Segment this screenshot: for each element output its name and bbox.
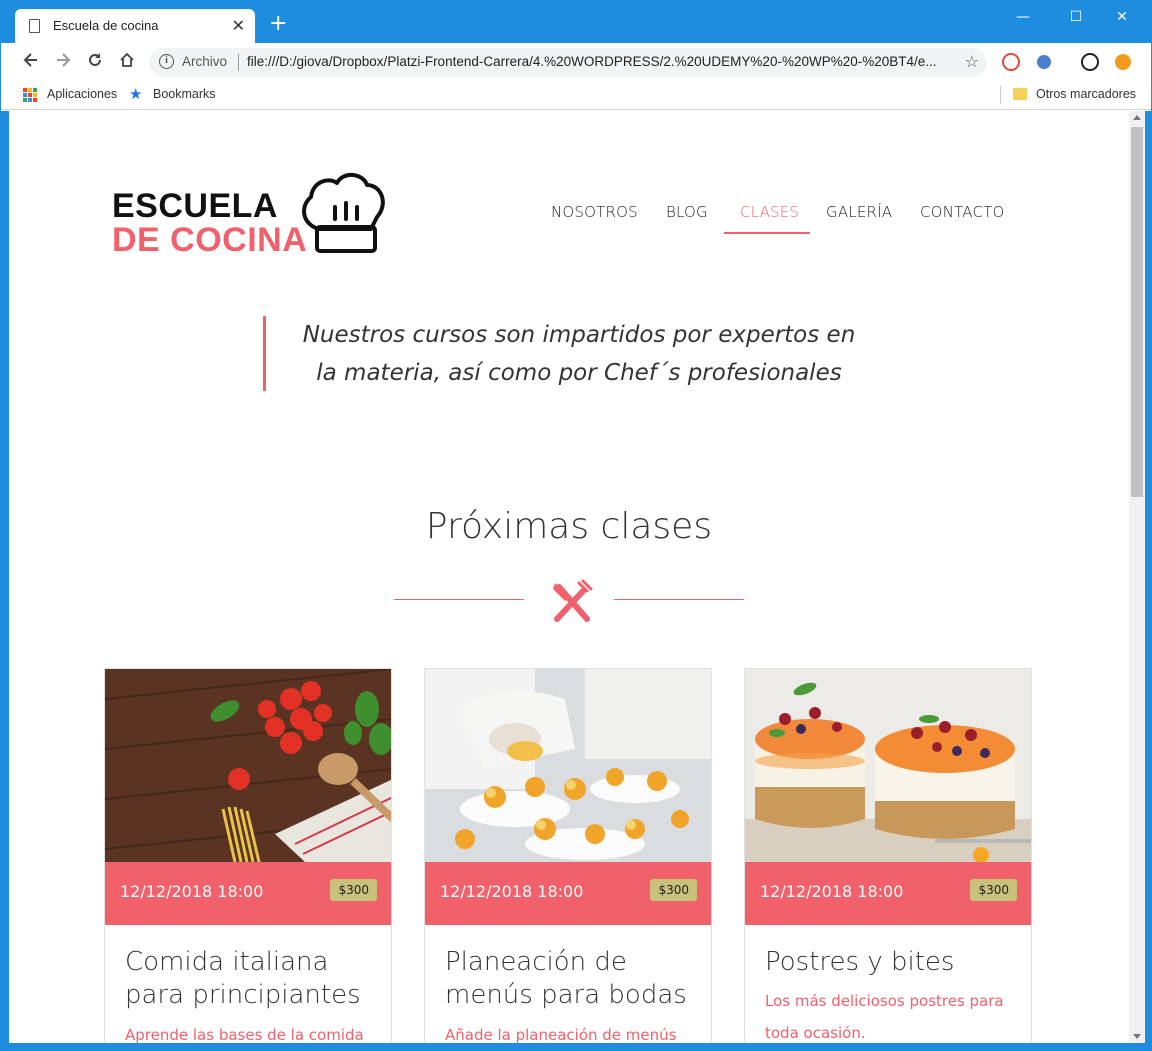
class-card[interactable]: 12/12/2018 18:00 $300 Postres y bites Lo… xyxy=(744,668,1032,1043)
class-card[interactable]: 12/12/2018 18:00 $300 Planeación de menú… xyxy=(424,668,712,1043)
section-title: Próximas clases xyxy=(425,506,713,547)
close-window-button[interactable]: ✕ xyxy=(1102,5,1142,29)
bookmark-star-icon[interactable]: ☆ xyxy=(965,52,979,71)
cutlery-icon xyxy=(553,579,593,622)
browser-window: Escuela de cocina ✕ + — ☐ ✕ i Archivo fi… xyxy=(0,0,1152,1051)
bookmark-bookmarks[interactable]: Bookmarks xyxy=(153,87,216,101)
class-title[interactable]: Comida italiana para principiantes xyxy=(125,946,375,1012)
class-description: Aprende las bases de la comida xyxy=(125,1026,364,1043)
browser-tab[interactable]: Escuela de cocina ✕ xyxy=(15,9,255,43)
divider-line xyxy=(614,599,744,600)
window-frame xyxy=(1145,111,1151,1051)
class-date: 12/12/2018 18:00 xyxy=(120,882,264,901)
class-title[interactable]: Postres y bites xyxy=(765,946,1015,979)
page-icon xyxy=(29,19,40,33)
class-meta-bar: 12/12/2018 18:00 $300 xyxy=(425,862,711,925)
class-date: 12/12/2018 18:00 xyxy=(440,882,584,901)
bookmark-apps[interactable]: Aplicaciones xyxy=(47,87,117,101)
back-arrow-icon[interactable] xyxy=(20,51,42,73)
divider xyxy=(238,54,239,71)
address-bar[interactable]: i Archivo file:///D:/giova/Dropbox/Platz… xyxy=(149,48,987,77)
scheme-label: Archivo xyxy=(182,54,228,69)
nav-item-clases[interactable]: CLASES xyxy=(740,203,799,221)
price-badge: $300 xyxy=(330,879,377,901)
tab-title: Escuela de cocina xyxy=(53,18,159,33)
title-bar: Escuela de cocina ✕ + — ☐ ✕ xyxy=(1,1,1151,43)
chef-plating-image xyxy=(425,669,711,862)
scrollbar-thumb[interactable] xyxy=(1131,127,1143,497)
intro-quote: Nuestros cursos son impartidos por exper… xyxy=(302,322,856,386)
divider-line xyxy=(394,599,524,600)
maximize-button[interactable]: ☐ xyxy=(1056,5,1096,29)
minimize-button[interactable]: — xyxy=(1003,5,1043,29)
quote-bar xyxy=(263,316,266,391)
nav-item-nosotros[interactable]: NOSOTROS xyxy=(551,203,638,221)
extension-icon[interactable] xyxy=(1002,53,1020,71)
info-icon[interactable]: i xyxy=(159,54,174,69)
divider xyxy=(1000,86,1001,104)
url-text[interactable]: file:///D:/giova/Dropbox/Platzi-Frontend… xyxy=(247,54,957,69)
profile-avatar-icon[interactable] xyxy=(1081,53,1099,71)
bookmarks-bar: Aplicaciones ★ Bookmarks Otros marcadore… xyxy=(1,81,1151,110)
forward-arrow-icon[interactable] xyxy=(52,51,74,73)
star-icon: ★ xyxy=(129,86,143,103)
extension-icon[interactable] xyxy=(1037,55,1051,69)
update-icon[interactable] xyxy=(1115,54,1131,70)
logo-line-2: DE COCINA xyxy=(112,221,308,259)
window-frame xyxy=(1,111,9,1051)
class-description: Añade la planeación de menús xyxy=(445,1026,677,1043)
new-tab-button[interactable]: + xyxy=(269,13,287,35)
class-card[interactable]: 12/12/2018 18:00 $300 Comida italiana pa… xyxy=(104,668,392,1043)
class-date: 12/12/2018 18:00 xyxy=(760,882,904,901)
nav-item-blog[interactable]: BLOG xyxy=(666,203,708,221)
price-badge: $300 xyxy=(970,879,1017,901)
cheesecake-image xyxy=(745,669,1031,862)
folder-icon xyxy=(1013,88,1027,100)
page-viewport: ESCUELA DE COCINA NOSOTROS BLOG CLASES G… xyxy=(9,111,1129,1043)
reload-icon[interactable] xyxy=(84,51,106,73)
apps-grid-icon[interactable] xyxy=(23,88,37,102)
nav-item-contacto[interactable]: CONTACTO xyxy=(920,203,1005,221)
home-icon[interactable] xyxy=(116,51,138,73)
scroll-up-arrow-icon[interactable] xyxy=(1133,115,1141,120)
active-nav-underline xyxy=(724,232,810,234)
bookmark-other[interactable]: Otros marcadores xyxy=(1036,87,1136,101)
scroll-down-arrow-icon[interactable] xyxy=(1133,1034,1141,1039)
nav-item-galeria[interactable]: GALERÍA xyxy=(826,203,892,221)
pasta-tomatoes-image xyxy=(105,669,391,862)
tab-close-icon[interactable]: ✕ xyxy=(232,16,245,35)
vertical-scrollbar[interactable] xyxy=(1129,111,1145,1043)
price-badge: $300 xyxy=(650,879,697,901)
class-meta-bar: 12/12/2018 18:00 $300 xyxy=(745,862,1031,925)
chef-hat-icon xyxy=(302,173,385,253)
class-description: Los más deliciosos postres para toda oca… xyxy=(765,992,1004,1042)
class-meta-bar: 12/12/2018 18:00 $300 xyxy=(105,862,391,925)
browser-toolbar: i Archivo file:///D:/giova/Dropbox/Platz… xyxy=(1,43,1151,81)
class-title[interactable]: Planeación de menús para bodas xyxy=(445,946,695,1012)
